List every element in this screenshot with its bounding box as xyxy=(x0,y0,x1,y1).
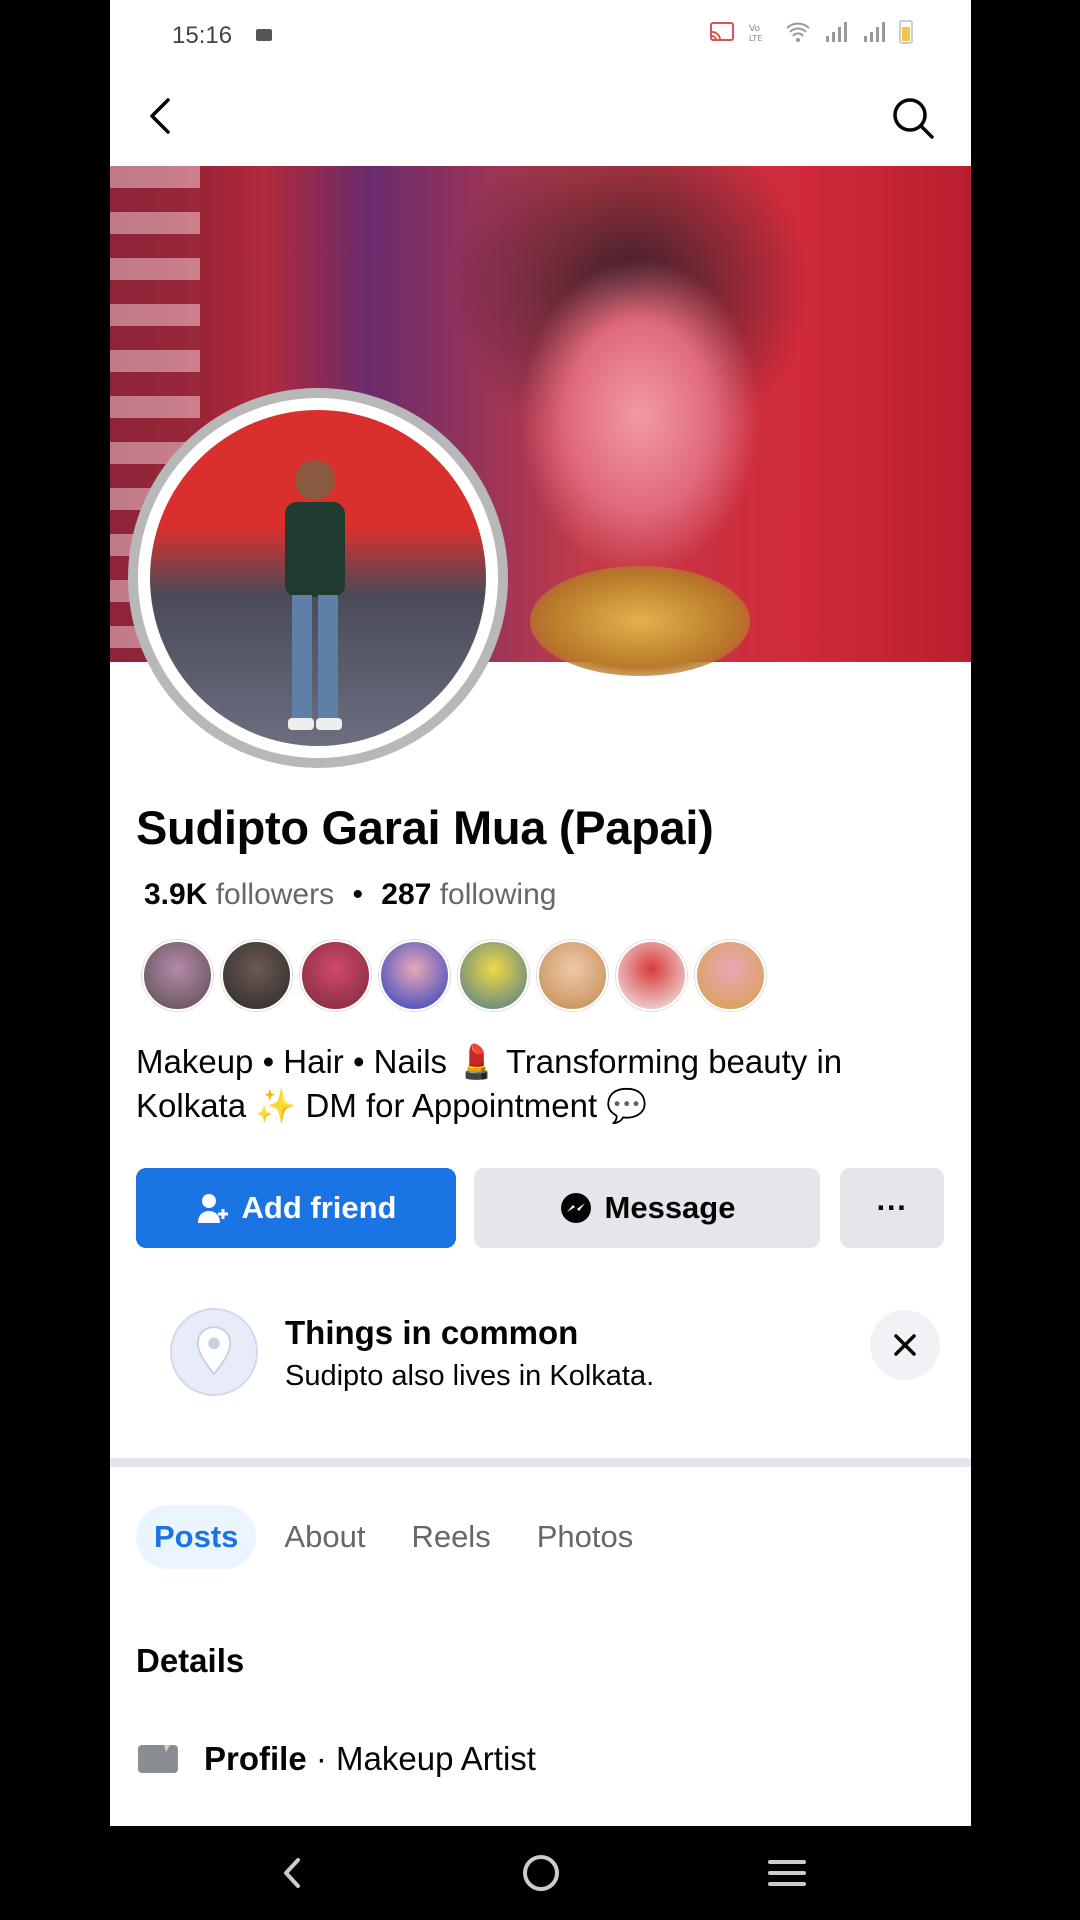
cast-icon xyxy=(710,22,734,41)
more-options-button[interactable]: ··· xyxy=(840,1168,944,1248)
follow-stats: 3.9K followers • 287 following xyxy=(144,878,556,912)
mutual-avatar[interactable] xyxy=(379,940,450,1011)
mutual-avatar[interactable] xyxy=(458,940,529,1011)
things-in-common-card: Things in common Sudipto also lives in K… xyxy=(170,1308,940,1398)
person-silhouette xyxy=(285,460,345,730)
profile-type-icon xyxy=(138,1745,178,1773)
wifi-icon xyxy=(786,22,810,42)
battery-icon xyxy=(899,20,913,44)
nav-home-icon[interactable] xyxy=(516,1848,566,1898)
mutual-avatar[interactable] xyxy=(300,940,371,1011)
tab-reels[interactable]: Reels xyxy=(393,1505,508,1569)
status-bar: 15:16 Vo LTE xyxy=(110,0,971,70)
tab-about[interactable]: About xyxy=(266,1505,383,1569)
section-divider xyxy=(110,1458,971,1467)
back-arrow-icon[interactable] xyxy=(140,94,184,138)
detail-profile-text: Profile · Makeup Artist xyxy=(204,1740,536,1778)
message-label: Message xyxy=(604,1190,736,1225)
status-time: 15:16 xyxy=(172,22,233,49)
mutual-avatar[interactable] xyxy=(537,940,608,1011)
add-friend-label: Add friend xyxy=(241,1190,397,1225)
system-nav-bar xyxy=(0,1826,1080,1920)
profile-picture-image xyxy=(150,410,486,746)
signal-icon xyxy=(864,22,885,42)
signal-icon xyxy=(826,22,847,42)
followers-count[interactable]: 3.9K xyxy=(144,878,207,911)
profile-tabs: Posts About Reels Photos xyxy=(136,1505,651,1569)
mutual-friends-row[interactable] xyxy=(142,940,766,1011)
message-button[interactable]: Message xyxy=(474,1168,820,1248)
search-icon[interactable] xyxy=(889,94,937,142)
things-in-common-title: Things in common xyxy=(285,1314,579,1351)
mutual-avatar[interactable] xyxy=(695,940,766,1011)
svg-text:LTE: LTE xyxy=(749,34,762,43)
tab-posts[interactable]: Posts xyxy=(136,1505,257,1569)
close-icon[interactable] xyxy=(870,1310,940,1380)
add-friend-icon xyxy=(197,1194,228,1223)
detail-separator: · xyxy=(306,1740,337,1777)
mutual-avatar[interactable] xyxy=(221,940,292,1011)
location-pin-icon xyxy=(170,1308,258,1396)
volte-icon: VoLTE xyxy=(749,24,762,43)
more-label: ··· xyxy=(876,1190,908,1225)
detail-profile-value: Makeup Artist xyxy=(336,1740,536,1777)
svg-text:Vo: Vo xyxy=(749,24,760,34)
add-friend-button[interactable]: Add friend xyxy=(136,1168,456,1248)
nav-recents-icon[interactable] xyxy=(762,1848,812,1898)
screen-record-icon xyxy=(256,29,272,41)
profile-screen: 15:16 Vo LTE Sudipto Garai Mua (Papai) 3… xyxy=(110,0,971,1826)
profile-bio: Makeup • Hair • Nails 💄 Transforming bea… xyxy=(136,1043,843,1124)
stats-separator: • xyxy=(352,878,363,911)
status-icons: Vo LTE xyxy=(709,20,913,44)
things-in-common-subtitle: Sudipto also lives in Kolkata. xyxy=(285,1360,655,1392)
profile-name: Sudipto Garai Mua (Papai) xyxy=(136,801,714,854)
tab-photos[interactable]: Photos xyxy=(519,1505,652,1569)
profile-picture[interactable] xyxy=(128,388,508,768)
detail-profile-row: Profile · Makeup Artist xyxy=(136,1740,536,1778)
mutual-avatar[interactable] xyxy=(616,940,687,1011)
mutual-avatar[interactable] xyxy=(142,940,213,1011)
following-label[interactable]: following xyxy=(440,878,557,911)
details-heading: Details xyxy=(136,1642,245,1679)
messenger-icon xyxy=(560,1193,591,1223)
following-count[interactable]: 287 xyxy=(381,878,431,911)
nav-back-icon[interactable] xyxy=(268,1848,318,1898)
detail-profile-label: Profile xyxy=(204,1740,307,1777)
app-top-bar xyxy=(110,70,971,166)
cover-decoration xyxy=(530,566,750,676)
followers-label[interactable]: followers xyxy=(216,878,334,911)
